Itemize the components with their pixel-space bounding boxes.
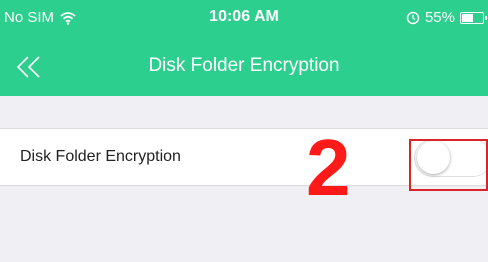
status-bar: No SIM 10:06 AM 55%: [0, 0, 488, 38]
battery-icon: [460, 11, 487, 24]
battery-percent: 55%: [424, 9, 455, 26]
encryption-setting-label: Disk Folder Encryption: [20, 148, 181, 165]
battery-fill: [462, 13, 473, 22]
nav-bar: Disk Folder Encryption: [0, 38, 488, 96]
battery-tip: [485, 15, 487, 20]
alarm-lock-icon: [406, 11, 420, 24]
header: No SIM 10:06 AM 55% Disk Folder Encrypti…: [0, 0, 488, 96]
step-number-annotation: 2: [306, 123, 351, 212]
page-title: Disk Folder Encryption: [148, 55, 340, 76]
battery-group: 55%: [406, 9, 487, 26]
highlight-box: [409, 139, 488, 191]
